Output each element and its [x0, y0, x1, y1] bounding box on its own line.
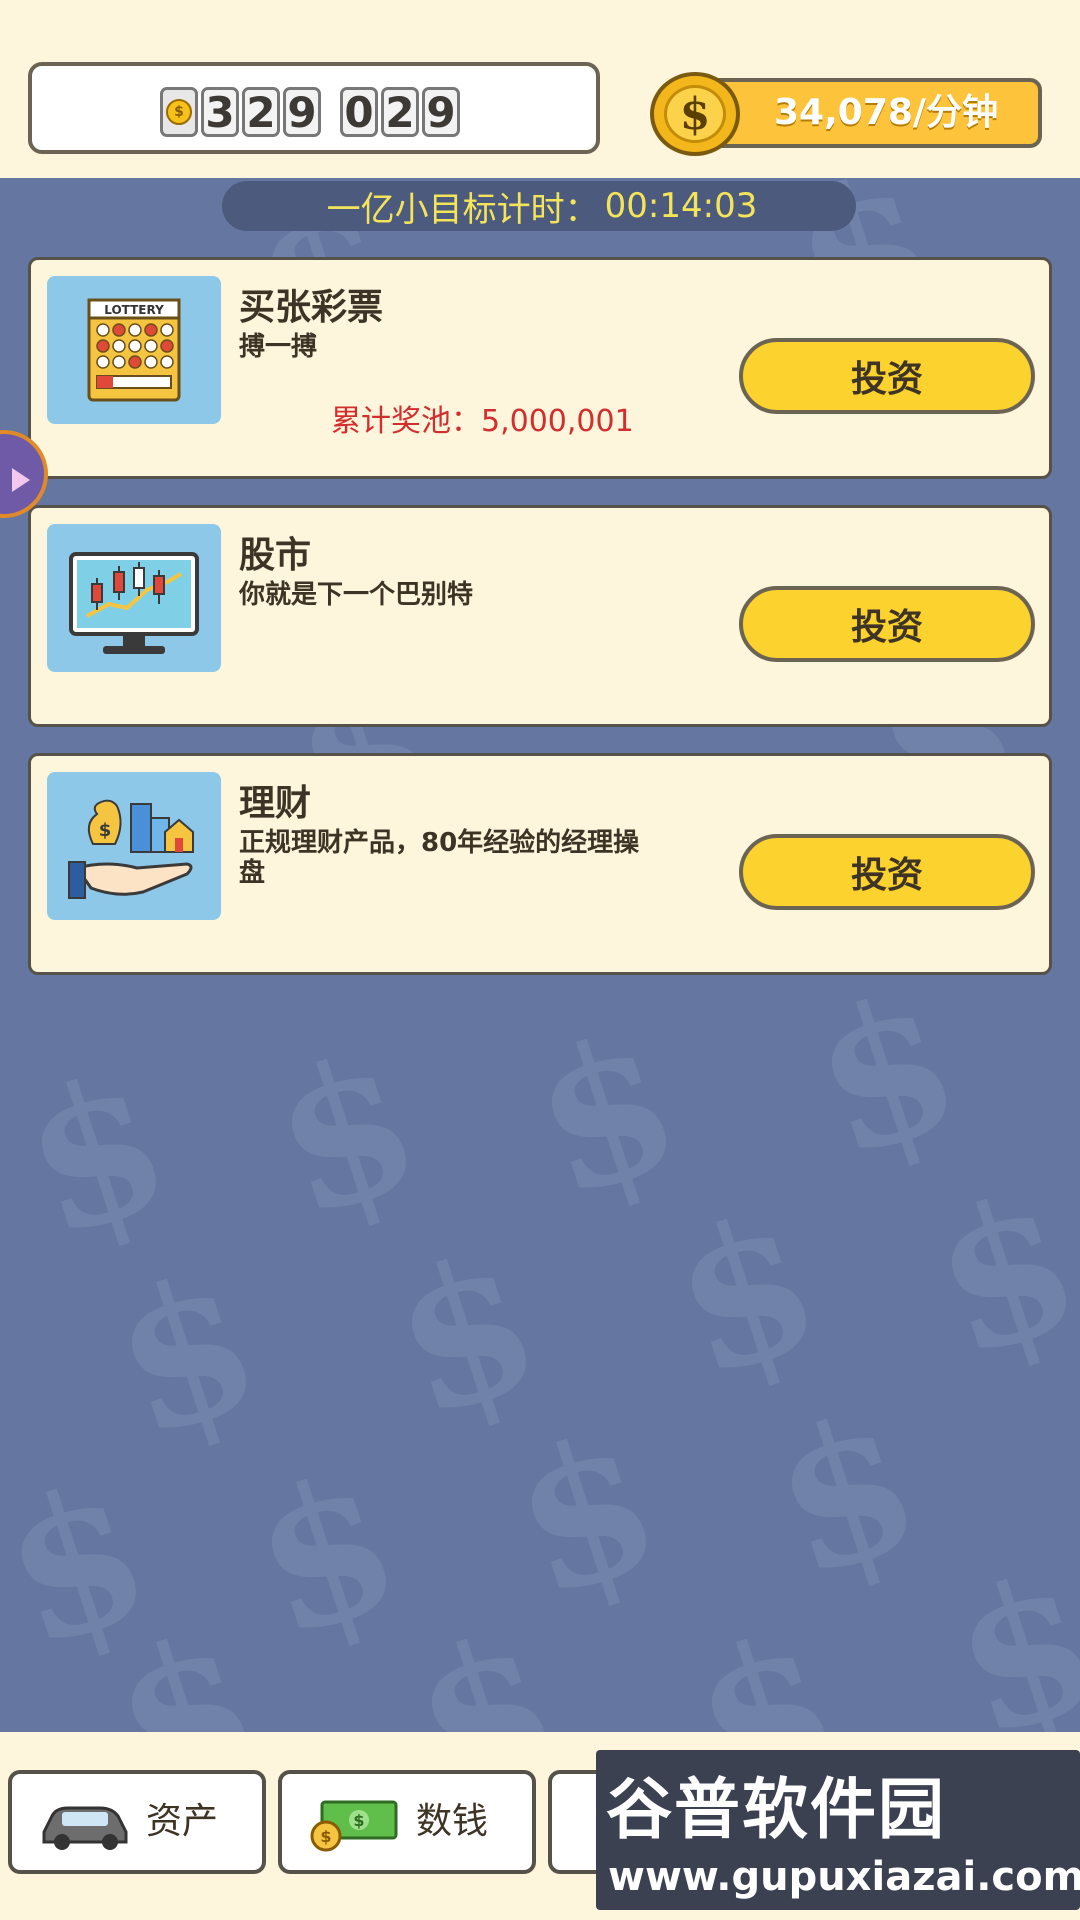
stock-chart-icon — [47, 524, 221, 672]
svg-text:LOTTERY: LOTTERY — [104, 303, 164, 317]
site-watermark: 谷普软件园 www.gupuxiazai.com — [596, 1750, 1080, 1910]
invest-button-lottery[interactable]: 投资 — [739, 338, 1035, 414]
dollar-coin-icon: $ — [650, 72, 740, 156]
counter-digit: 3 — [201, 87, 239, 137]
card-description: 正规理财产品，80年经验的经理操盘 — [239, 828, 640, 888]
counter-coin-icon: $ — [160, 87, 198, 137]
nav-count-money-button[interactable]: $ $ 数钱 — [278, 1770, 536, 1874]
nav-count-money-label: 数钱 — [416, 1801, 489, 1842]
money-icon: $ $ — [308, 1796, 402, 1852]
investment-card-stocks: 股市 你就是下一个巴别特 投资 — [28, 505, 1052, 727]
money-counter: $ 3 2 9 0 2 9 — [28, 62, 600, 154]
counter-digit: 2 — [242, 87, 280, 137]
top-header: $ 3 2 9 0 2 9 34,078/分钟 $ — [0, 0, 1080, 178]
svg-text:$: $ — [353, 1811, 364, 1830]
card-title: 理财 — [239, 783, 312, 824]
invest-button-stocks[interactable]: 投资 — [739, 586, 1035, 662]
watermark-logo: 谷普软件园 — [606, 1771, 946, 1848]
svg-text:$: $ — [99, 820, 112, 841]
timer-value: 00:14:03 — [604, 186, 758, 226]
car-icon — [38, 1796, 132, 1852]
card-description: 搏一搏 — [239, 332, 318, 362]
card-title: 买张彩票 — [239, 287, 384, 328]
counter-digit: 9 — [283, 87, 321, 137]
income-rate-text: 34,078/分钟 — [774, 92, 999, 133]
investment-card-finance: $ 理财 正规理财产品，80年经验的经理操盘 投资 — [28, 753, 1052, 975]
nav-assets-button[interactable]: 资产 — [8, 1770, 266, 1874]
income-rate-pill: 34,078/分钟 — [690, 78, 1042, 148]
chevron-right-icon[interactable] — [12, 468, 30, 492]
watermark-url: www.gupuxiazai.com — [608, 1854, 1080, 1900]
invest-button-finance[interactable]: 投资 — [739, 834, 1035, 910]
svg-text:$: $ — [320, 1827, 331, 1846]
card-description: 你就是下一个巴别特 — [239, 580, 474, 610]
card-title: 股市 — [239, 535, 312, 576]
pool-label: 累计奖池： — [331, 404, 481, 439]
counter-digits: $ 3 2 9 0 2 9 — [160, 86, 463, 138]
jackpot-pool: 累计奖池：5,000,001 — [331, 396, 634, 440]
counter-digit: 0 — [340, 87, 378, 137]
timer-label: 一亿小目标计时： — [326, 189, 599, 230]
counter-digit: 9 — [422, 87, 460, 137]
nav-assets-label: 资产 — [146, 1801, 219, 1842]
goal-timer: 一亿小目标计时： 00:14:03 — [222, 181, 856, 231]
counter-digit: 2 — [381, 87, 419, 137]
investment-card-lottery: LOTTERY 买张彩票 搏一搏 累计奖池：5,000,001 投资 — [28, 257, 1052, 479]
pool-value: 5,000,001 — [481, 404, 634, 439]
lottery-ticket-icon: LOTTERY — [47, 276, 221, 424]
finance-hand-icon: $ — [47, 772, 221, 920]
